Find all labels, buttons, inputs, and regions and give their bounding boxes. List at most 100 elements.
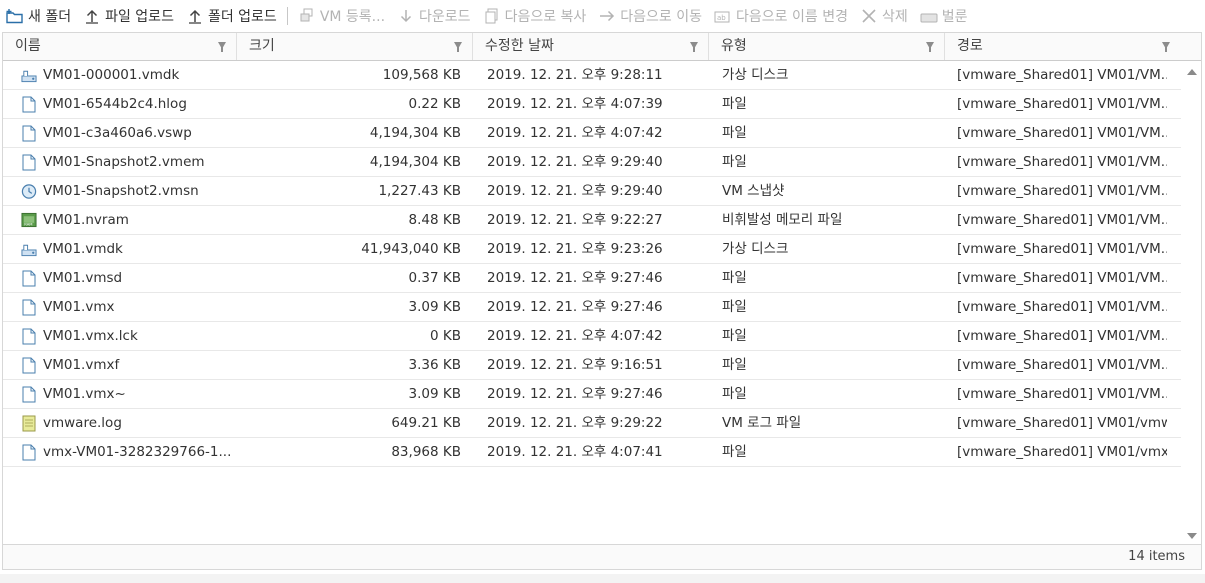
- file-type: 파일: [722, 270, 747, 286]
- file-path: [vmware_Shared01] VM01/VM...: [957, 96, 1167, 112]
- toolbar-button-1[interactable]: 파일 업로드: [77, 1, 180, 31]
- toolbar-button-5[interactable]: 다음으로 복사: [477, 1, 593, 31]
- table-row[interactable]: VM01-c3a460a6.vswp 4,194,304 KB 2019. 12. …: [3, 119, 1181, 148]
- file-modified-date: 2019. 12. 21. 오후 9:22:27: [487, 212, 663, 228]
- toolbar-button-label: 폴더 업로드: [207, 9, 277, 25]
- file-icon: [21, 269, 37, 287]
- column-header-type[interactable]: 유형: [709, 33, 944, 60]
- file-modified-date: 2019. 12. 21. 오후 9:27:46: [487, 299, 663, 315]
- table-row[interactable]: VM01.vmxf 3.36 KB 2019. 12. 21. 오후 9:16:51…: [3, 351, 1181, 380]
- table-row[interactable]: vmware.log 649.21 KB 2019. 12. 21. 오후 9:29…: [3, 409, 1181, 438]
- file-name[interactable]: vmx-VM01-3282329766-1...: [43, 438, 231, 466]
- file-name-cell: VM01-000001.vmdk: [21, 61, 231, 89]
- file-size: 3.09 KB: [408, 386, 461, 402]
- file-modified-date: 2019. 12. 21. 오후 9:29:40: [487, 183, 663, 199]
- file-name[interactable]: VM01.vmx: [43, 293, 114, 321]
- column-header-name[interactable]: 이름: [3, 33, 236, 60]
- toolbar-button-9[interactable]: 벌룬: [914, 1, 974, 31]
- file-name[interactable]: VM01-Snapshot2.vmsn: [43, 177, 199, 205]
- file-path: [vmware_Shared01] VM01/vmw...: [957, 415, 1167, 431]
- table-row[interactable]: VM01.vmsd 0.37 KB 2019. 12. 21. 오후 9:27:46…: [3, 264, 1181, 293]
- file-type: 파일: [722, 299, 747, 315]
- table-row[interactable]: VM01-Snapshot2.vmem 4,194,304 KB 2019. 12.…: [3, 148, 1181, 177]
- toolbar-button-0[interactable]: 새 폴더: [0, 1, 77, 31]
- file-type: 파일: [722, 357, 747, 373]
- toolbar-separator: [286, 7, 288, 25]
- table-row[interactable]: VM01-6544b2c4.hlog 0.22 KB 2019. 12. 21. 오…: [3, 90, 1181, 119]
- toolbar-button-label: 다음으로 이름 변경: [736, 9, 848, 25]
- filter-icon[interactable]: [454, 42, 462, 52]
- toolbar-button-4[interactable]: 다운로드: [391, 1, 477, 31]
- column-type-label: 유형: [721, 38, 747, 54]
- toolbar-button-6[interactable]: 다음으로 이동: [592, 1, 708, 31]
- file-type: VM 스냅샷: [722, 183, 785, 199]
- table-row[interactable]: VM01.vmx~ 3.09 KB 2019. 12. 21. 오후 9:27:46…: [3, 380, 1181, 409]
- table-row[interactable]: vmx-VM01-3282329766-1... 83,968 KB 2019. 1…: [3, 438, 1181, 467]
- file-modified-date: 2019. 12. 21. 오후 9:23:26: [487, 241, 663, 257]
- grid-header: 이름 크기 수정한 날짜 유형 경로: [3, 33, 1201, 61]
- scroll-down-icon[interactable]: [1187, 533, 1197, 539]
- filter-icon[interactable]: [1162, 42, 1170, 52]
- table-row[interactable]: VM01-Snapshot2.vmsn 1,227.43 KB 2019. 12. …: [3, 177, 1181, 206]
- download-icon: [397, 7, 415, 25]
- file-name[interactable]: VM01-Snapshot2.vmem: [43, 148, 205, 176]
- toolbar-button-label: 다운로드: [419, 9, 471, 25]
- toolbar-button-2[interactable]: 폴더 업로드: [180, 1, 283, 31]
- file-name-cell: vmware.log: [21, 409, 231, 437]
- file-type: 비휘발성 메모리 파일: [722, 212, 843, 228]
- file-name[interactable]: VM01.vmxf: [43, 351, 119, 379]
- file-type: 파일: [722, 386, 747, 402]
- table-row[interactable]: VM01.vmdk 41,943,040 KB 2019. 12. 21. 오후 9…: [3, 235, 1181, 264]
- column-size-label: 크기: [249, 38, 275, 54]
- file-name-cell: VM01-Snapshot2.vmsn: [21, 177, 231, 205]
- toolbar-button-3[interactable]: VM 등록...: [292, 1, 391, 31]
- file-icon: [21, 327, 37, 345]
- rename-icon: ab: [714, 7, 732, 25]
- file-name[interactable]: VM01.vmx.lck: [43, 322, 138, 350]
- file-name-cell: VM01.vmdk: [21, 235, 231, 263]
- file-modified-date: 2019. 12. 21. 오후 9:28:11: [487, 67, 663, 83]
- column-header-size[interactable]: 크기: [237, 33, 472, 60]
- scroll-up-icon[interactable]: [1187, 69, 1197, 75]
- column-path-label: 경로: [957, 38, 983, 54]
- file-size: 4,194,304 KB: [369, 154, 461, 170]
- column-header-date[interactable]: 수정한 날짜: [473, 33, 708, 60]
- toolbar-button-label: 다음으로 이동: [620, 9, 703, 25]
- file-modified-date: 2019. 12. 21. 오후 9:27:46: [487, 386, 663, 402]
- table-row[interactable]: VM01-000001.vmdk 109,568 KB 2019. 12. 21. …: [3, 61, 1181, 90]
- table-row[interactable]: RAM VM01.nvram 8.48 KB 2019. 12. 21. 오후 9:2…: [3, 206, 1181, 235]
- new-folder-icon: [6, 7, 24, 25]
- file-type: 파일: [722, 96, 747, 112]
- file-name[interactable]: VM01.vmdk: [43, 235, 123, 263]
- file-modified-date: 2019. 12. 21. 오후 9:29:22: [487, 415, 663, 431]
- toolbar-button-7[interactable]: ab 다음으로 이름 변경: [708, 1, 854, 31]
- filter-icon[interactable]: [218, 42, 226, 52]
- table-row[interactable]: VM01.vmx.lck 0 KB 2019. 12. 21. 오후 4:07:42…: [3, 322, 1181, 351]
- file-name[interactable]: vmware.log: [43, 409, 122, 437]
- file-name[interactable]: VM01.nvram: [43, 206, 129, 234]
- file-type: 파일: [722, 125, 747, 141]
- file-size: 8.48 KB: [408, 212, 461, 228]
- file-name[interactable]: VM01-000001.vmdk: [43, 61, 179, 89]
- column-name-label: 이름: [15, 38, 41, 54]
- toolbar-button-8[interactable]: 삭제: [854, 1, 914, 31]
- file-name-cell: VM01.vmsd: [21, 264, 231, 292]
- file-modified-date: 2019. 12. 21. 오후 9:16:51: [487, 357, 663, 373]
- file-size: 0.22 KB: [408, 96, 461, 112]
- file-path: [vmware_Shared01] VM01/VM...: [957, 328, 1167, 344]
- file-name[interactable]: VM01-6544b2c4.hlog: [43, 90, 187, 118]
- file-name[interactable]: VM01.vmx~: [43, 380, 126, 408]
- file-size: 649.21 KB: [391, 415, 461, 431]
- svg-text:ab: ab: [717, 14, 726, 22]
- copy-icon: [483, 7, 501, 25]
- upload-icon: [83, 7, 101, 25]
- file-name[interactable]: VM01.vmsd: [43, 264, 122, 292]
- file-type: VM 로그 파일: [722, 415, 802, 431]
- vertical-scrollbar[interactable]: [1181, 61, 1201, 545]
- file-name[interactable]: VM01-c3a460a6.vswp: [43, 119, 192, 147]
- table-row[interactable]: VM01.vmx 3.09 KB 2019. 12. 21. 오후 9:27:46 파…: [3, 293, 1181, 322]
- grid-body: VM01-000001.vmdk 109,568 KB 2019. 12. 21. …: [3, 61, 1181, 467]
- column-header-path[interactable]: 경로: [945, 33, 1180, 60]
- filter-icon[interactable]: [690, 42, 698, 52]
- filter-icon[interactable]: [926, 42, 934, 52]
